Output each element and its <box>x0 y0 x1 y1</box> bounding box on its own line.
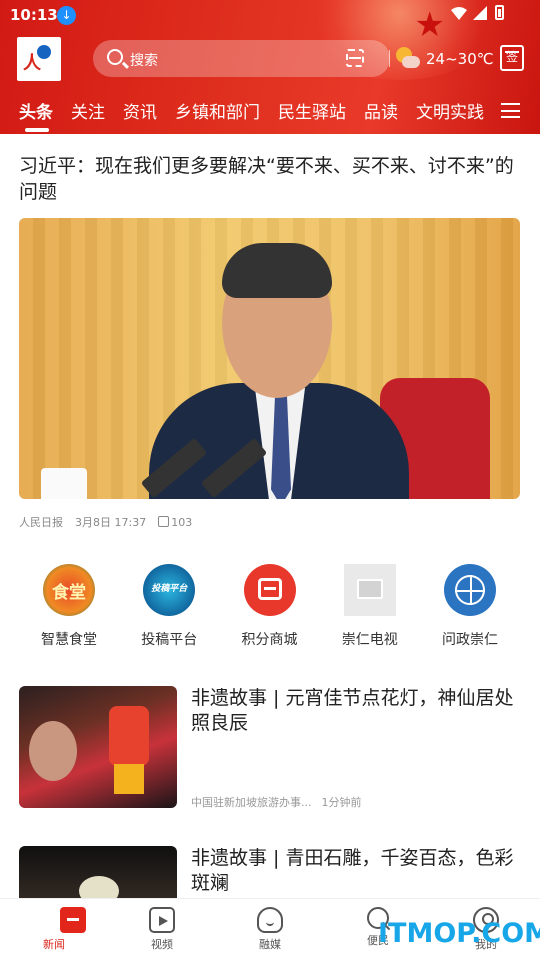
news-item[interactable]: 非遗故事 | 元宵佳节点花灯，神仙居处照良辰 中国驻新加坡旅游办事... 1分钟… <box>19 686 520 810</box>
tab-headline[interactable]: 头条 <box>19 98 53 132</box>
image-placeholder-icon <box>343 564 396 616</box>
thumb-up-icon <box>158 515 170 527</box>
news-time: 1分钟前 <box>321 796 362 809</box>
nav-media[interactable]: 融媒 <box>216 899 324 960</box>
news-source: 中国驻新加坡旅游办事... <box>191 796 312 809</box>
headline-meta: 人民日报 3月8日 17:37 103 <box>19 514 192 530</box>
nav-label: 融媒 <box>259 938 281 951</box>
weather-temperature[interactable]: 24~30℃ <box>426 50 494 68</box>
signal-icon <box>473 5 487 20</box>
site-watermark: ITMOP.COM <box>378 918 540 949</box>
scan-icon[interactable] <box>346 49 364 67</box>
app-logo[interactable]: 人 <box>17 37 61 81</box>
headline-likes[interactable]: 103 <box>158 515 193 529</box>
quick-entry-tv[interactable]: 崇仁电视 <box>320 564 420 649</box>
search-icon <box>107 49 123 65</box>
headline-source: 人民日报 <box>19 516 63 529</box>
logo-dot <box>37 45 51 59</box>
nav-label: 新闻 <box>43 938 65 951</box>
nav-news[interactable]: 新闻 <box>0 899 108 960</box>
nav-video[interactable]: 视频 <box>108 899 216 960</box>
globe-icon <box>444 564 496 616</box>
status-bar: 10:13 ↓ <box>0 0 540 32</box>
quick-entry-label: 智慧食堂 <box>41 632 97 648</box>
quick-entry-label: 投稿平台 <box>141 632 198 648</box>
news-meta: 中国驻新加坡旅游办事... 1分钟前 <box>191 794 362 810</box>
sign-in-calendar-icon[interactable]: 签 <box>500 45 524 71</box>
quick-entry-label: 问政崇仁 <box>442 632 498 648</box>
menu-icon[interactable] <box>501 103 520 118</box>
app-header: ★ 10:13 ↓ 人 搜索 24~30℃ 签 头条 关注 资讯 乡镇和部门 民… <box>0 0 540 134</box>
nav-label: 视频 <box>151 938 173 951</box>
news-thumbnail <box>19 686 177 808</box>
quick-entry-canteen[interactable]: 食堂 智慧食堂 <box>19 564 119 649</box>
quick-entry-submit[interactable]: 投稿平台 投稿平台 <box>119 564 219 649</box>
search-divider <box>389 50 390 67</box>
news-title: 非遗故事 | 青田石雕，千姿百态，色彩斑斓 <box>191 847 514 894</box>
media-icon <box>257 907 283 933</box>
video-icon <box>149 907 175 933</box>
channel-tabs: 头条 关注 资讯 乡镇和部门 民生驿站 品读 文明实践 <box>19 98 484 132</box>
quick-entry-label: 崇仁电视 <box>341 632 398 648</box>
quick-entries: 食堂 智慧食堂 投稿平台 投稿平台 积分商城 崇仁电视 问政崇仁 <box>19 564 520 649</box>
tab-news[interactable]: 资讯 <box>123 98 157 123</box>
tab-reading[interactable]: 品读 <box>364 98 398 123</box>
headline-image[interactable] <box>19 218 520 499</box>
news-title: 非遗故事 | 元宵佳节点花灯，神仙居处照良辰 <box>191 687 514 734</box>
submit-icon: 投稿平台 <box>143 564 196 616</box>
tab-follow[interactable]: 关注 <box>71 98 105 123</box>
headline-title[interactable]: 习近平：现在我们更多要解决“要不来、买不来、讨不来”的问题 <box>19 153 524 205</box>
shop-icon <box>243 564 296 616</box>
download-icon: ↓ <box>57 6 76 25</box>
search-placeholder: 搜索 <box>130 53 158 69</box>
weather-icon <box>396 47 420 71</box>
battery-icon <box>495 5 504 20</box>
quick-entry-gov[interactable]: 问政崇仁 <box>420 564 520 649</box>
tab-livelihood[interactable]: 民生驿站 <box>278 98 346 123</box>
status-time: 10:13 <box>10 6 58 24</box>
quick-entry-points-mall[interactable]: 积分商城 <box>220 564 320 649</box>
news-icon <box>60 907 86 933</box>
tab-towns-departments[interactable]: 乡镇和部门 <box>175 98 260 123</box>
headline-time: 3月8日 17:37 <box>75 516 147 529</box>
like-count: 103 <box>171 515 193 529</box>
tab-civilization-practice[interactable]: 文明实践 <box>416 98 484 123</box>
quick-entry-label: 积分商城 <box>241 632 298 648</box>
wifi-icon <box>451 6 467 20</box>
canteen-icon: 食堂 <box>43 564 95 616</box>
search-bar[interactable]: 搜索 <box>93 40 390 77</box>
